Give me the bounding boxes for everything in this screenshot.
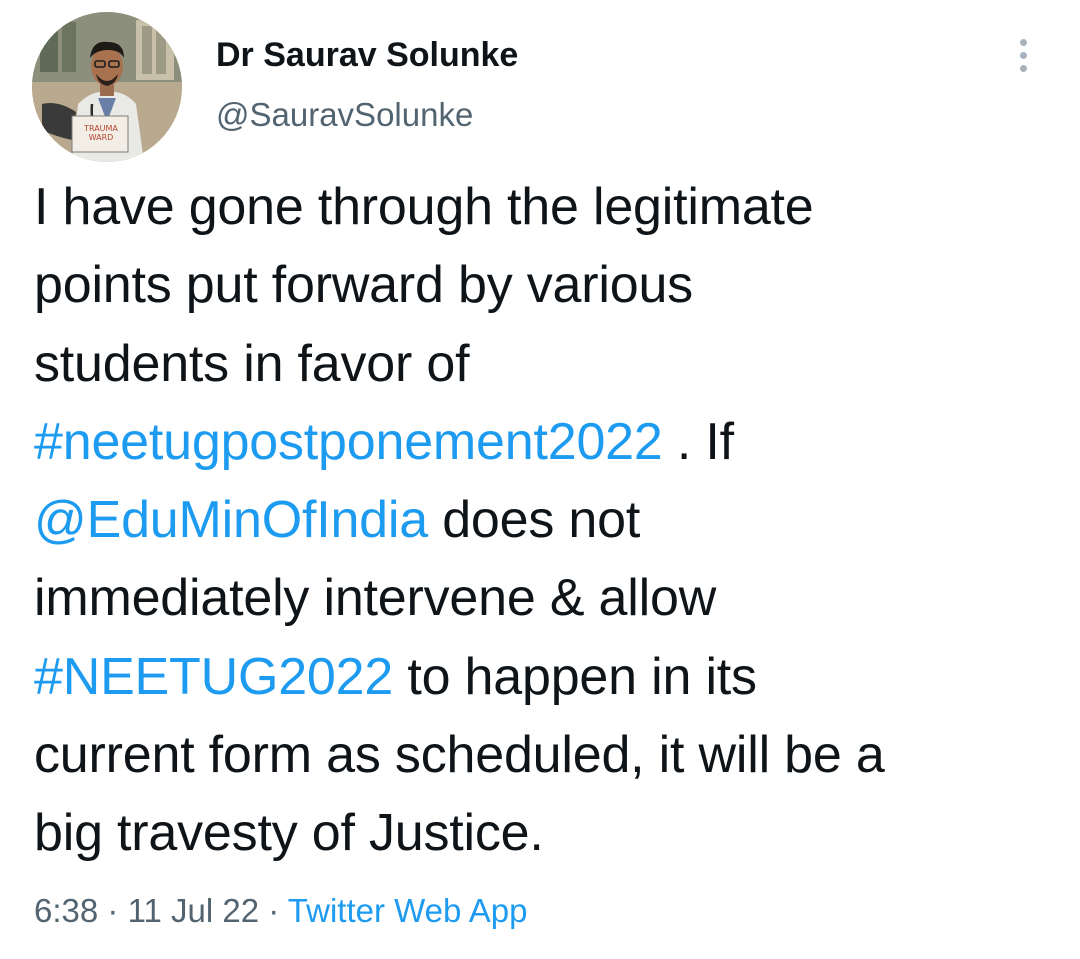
tweet-line: current form as scheduled, it will be a bbox=[34, 716, 1064, 794]
tweet-line: @EduMinOfIndia does not bbox=[34, 481, 1064, 559]
tweet-text-segment: current form as scheduled, it will be a bbox=[34, 726, 885, 785]
tweet-text-segment: immediately intervene & allow bbox=[34, 569, 717, 628]
meta-separator: · bbox=[98, 892, 128, 929]
author-display-name[interactable]: Dr Saurav Solunke bbox=[216, 36, 518, 75]
tweet-line: #NEETUG2022 to happen in its bbox=[34, 638, 1064, 716]
menu-dot bbox=[1019, 38, 1027, 46]
tweet-text-segment: big travesty of Justice. bbox=[34, 804, 544, 863]
menu-dot bbox=[1019, 64, 1027, 72]
tweet-text: I have gone through the legitimate point… bbox=[34, 168, 1064, 873]
tweet-text-segment: points put forward by various bbox=[34, 256, 693, 315]
tweet-date[interactable]: 11 Jul 22 bbox=[128, 892, 259, 929]
tweet-text-segment: to happen in its bbox=[393, 647, 757, 706]
tweet-text-segment: does not bbox=[427, 491, 641, 550]
tweet-line: immediately intervene & allow bbox=[34, 559, 1064, 637]
hashtag-link[interactable]: #neetugpostponement2022 bbox=[34, 413, 663, 471]
tweet-time[interactable]: 6:38 bbox=[34, 892, 98, 929]
tweet-text-segment: I have gone through the legitimate bbox=[34, 178, 814, 236]
author-handle[interactable]: @SauravSolunke bbox=[216, 96, 473, 134]
avatar[interactable]: TRAUMA WARD bbox=[32, 12, 182, 162]
menu-dot bbox=[1019, 51, 1027, 59]
tweet-source-link[interactable]: Twitter Web App bbox=[288, 892, 528, 929]
tweet-text-segment: students in favor of bbox=[34, 334, 470, 393]
tweet-line: I have gone through the legitimate bbox=[34, 168, 1064, 246]
tweet-line: students in favor of bbox=[34, 325, 1064, 403]
meta-separator: · bbox=[259, 892, 288, 929]
tweet-line: points put forward by various bbox=[34, 246, 1064, 324]
tweet-meta: 6:38 · 11 Jul 22 · Twitter Web App bbox=[34, 892, 527, 930]
tweet-card: TRAUMA WARD Dr Saurav Solunke @SauravSol… bbox=[0, 0, 1080, 959]
tweet-text-segment: . If bbox=[662, 412, 734, 471]
more-vertical-icon[interactable] bbox=[1006, 30, 1040, 80]
tweet-line: #neetugpostponement2022 . If bbox=[34, 403, 1064, 481]
mention-link[interactable]: @EduMinOfIndia bbox=[34, 491, 428, 549]
tweet-line: big travesty of Justice. bbox=[34, 794, 1064, 872]
trauma-ward-sign-text: TRAUMA WARD bbox=[84, 124, 118, 142]
hashtag-link[interactable]: #NEETUG2022 bbox=[34, 648, 393, 706]
